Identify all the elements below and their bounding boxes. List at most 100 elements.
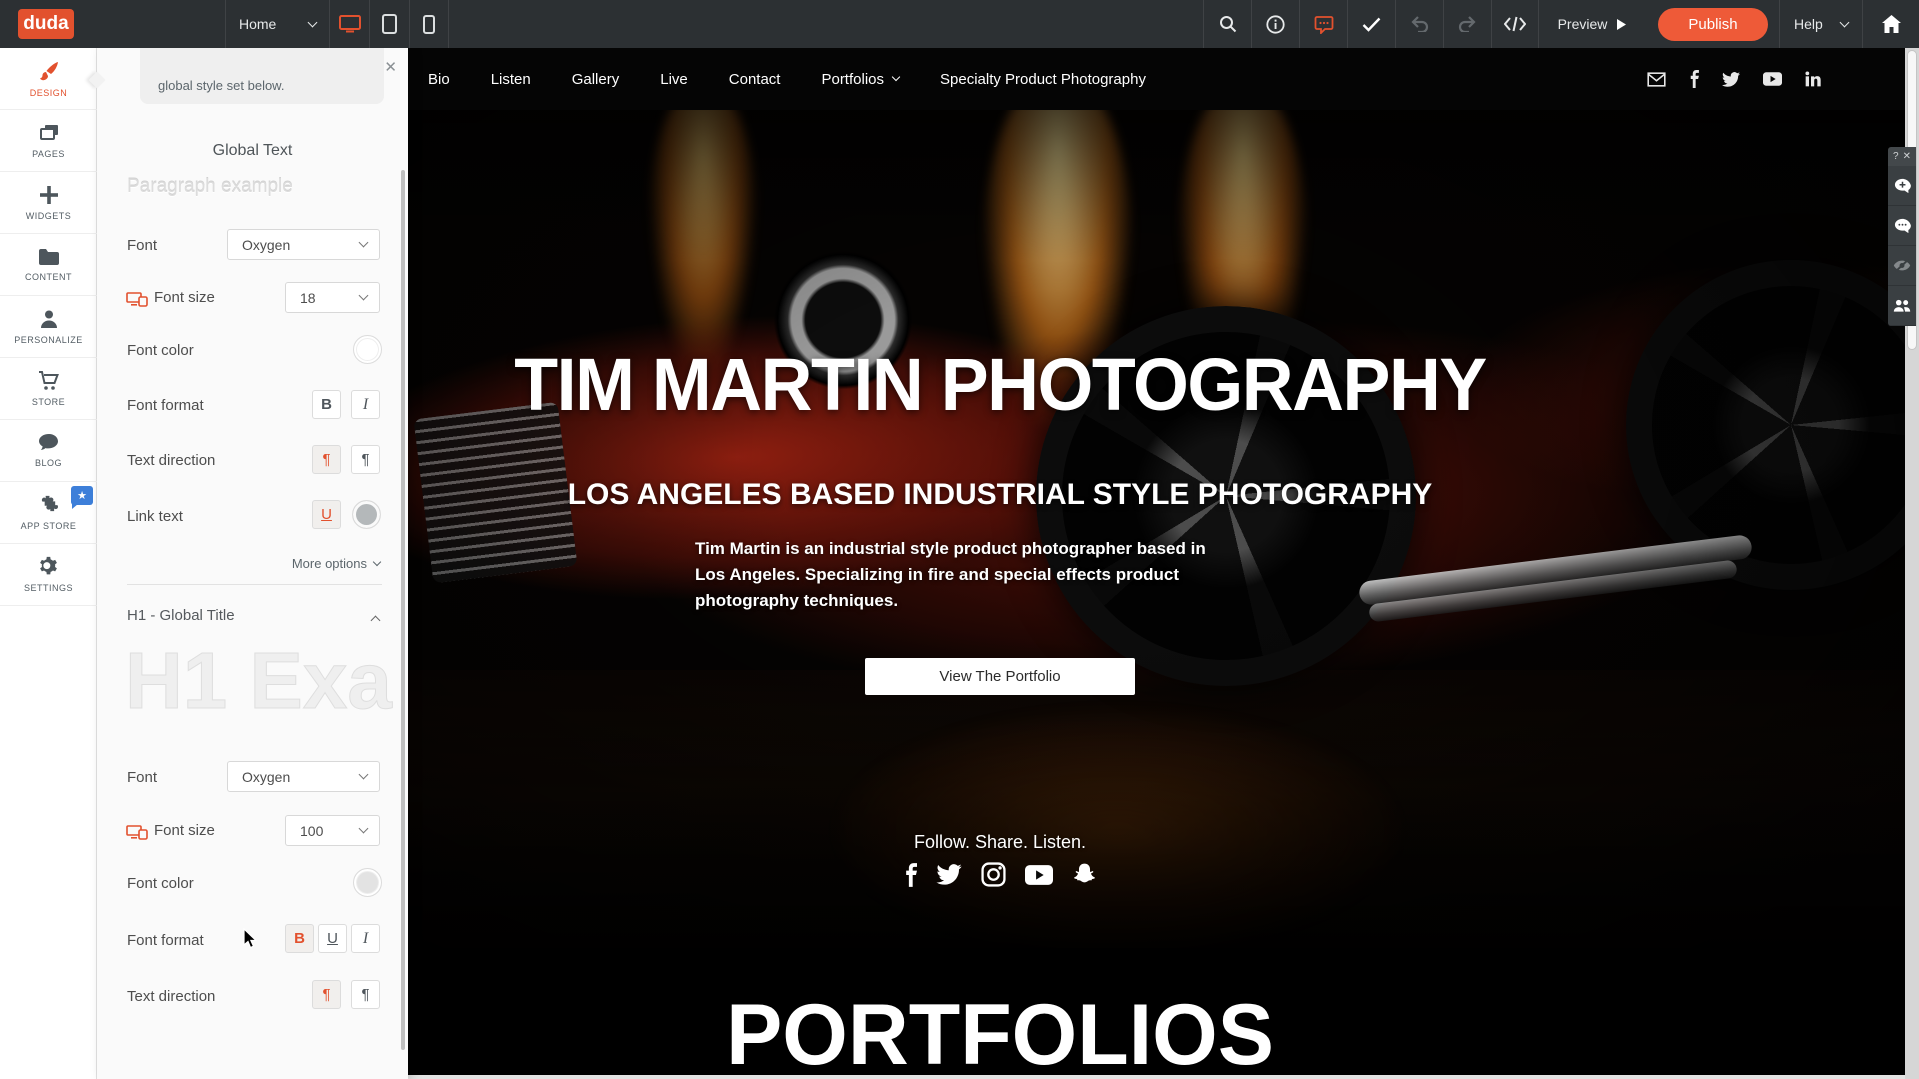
collaborators-button[interactable] <box>1888 286 1916 326</box>
site-title[interactable]: TIM MARTIN PHOTOGRAPHY <box>426 342 1574 427</box>
h1-font-color-label: Font color <box>127 875 194 892</box>
h1-text-direction-rtl-button[interactable]: ¶ <box>351 980 380 1009</box>
h1-font-size-select[interactable]: 100 <box>285 815 380 846</box>
desktop-view-button[interactable] <box>330 0 369 48</box>
italic-icon: I <box>363 930 368 948</box>
h1-text-direction-ltr-button[interactable]: ¶ <box>312 980 341 1009</box>
follow-share-listen-text[interactable]: Follow. Share. Listen. <box>408 832 1592 853</box>
pages-icon <box>38 123 60 143</box>
sidebar-item-settings[interactable]: SETTINGS <box>0 544 97 606</box>
h1-italic-button[interactable]: I <box>351 924 380 953</box>
sidebar-item-label: PAGES <box>32 149 65 159</box>
youtube-icon[interactable] <box>1025 865 1053 885</box>
sidebar-item-app-store[interactable]: APP STORE ★ <box>0 482 97 544</box>
redo-button[interactable] <box>1443 0 1491 48</box>
portfolios-heading[interactable]: PORTFOLIOS <box>420 992 1580 1078</box>
sidebar-item-pages[interactable]: PAGES <box>0 110 97 172</box>
h1-text-direction-label: Text direction <box>127 988 215 1005</box>
sidebar-item-store[interactable]: STORE <box>0 358 97 420</box>
sidebar-item-label: BLOG <box>35 458 62 468</box>
nav-item-portfolios[interactable]: Portfolios <box>821 71 899 88</box>
sidebar-item-personalize[interactable]: PERSONALIZE <box>0 296 97 358</box>
font-select[interactable]: Oxygen <box>227 229 380 260</box>
add-comment-button[interactable] <box>1888 166 1916 206</box>
tablet-view-button[interactable] <box>369 0 409 48</box>
help-dropdown[interactable]: Help <box>1779 0 1862 48</box>
nav-item-label: Portfolios <box>821 71 884 88</box>
nav-item-gallery[interactable]: Gallery <box>572 71 620 88</box>
facebook-icon[interactable] <box>904 863 917 887</box>
help-label: Help <box>1794 16 1823 32</box>
info-icon <box>1266 15 1285 34</box>
panel-close-button[interactable]: ✕ <box>384 58 397 76</box>
h1-font-color-swatch[interactable] <box>353 868 382 897</box>
responsive-devices-icon <box>126 825 148 840</box>
chevron-down-icon <box>359 824 369 834</box>
cart-icon <box>38 371 60 391</box>
feedback-button[interactable] <box>1299 0 1347 48</box>
site-subtitle[interactable]: LOS ANGELES BASED INDUSTRIAL STYLE PHOTO… <box>408 478 1592 512</box>
pilcrow-ltr-icon: ¶ <box>322 987 330 1002</box>
font-color-swatch[interactable] <box>353 335 382 364</box>
snapchat-icon[interactable] <box>1072 862 1097 887</box>
preview-button[interactable]: Preview <box>1539 0 1645 48</box>
paragraph-example-preview: Paragraph example <box>127 176 293 198</box>
view-portfolio-button[interactable]: View The Portfolio <box>865 658 1135 695</box>
h1-font-select[interactable]: Oxygen <box>227 761 380 792</box>
sidebar-item-widgets[interactable]: WIDGETS <box>0 172 97 234</box>
facebook-icon[interactable] <box>1689 70 1699 88</box>
text-direction-ltr-button[interactable]: ¶ <box>312 445 341 474</box>
dashboard-home-button[interactable] <box>1862 0 1919 48</box>
info-button[interactable] <box>1251 0 1299 48</box>
nav-item-specialty[interactable]: Specialty Product Photography <box>940 71 1146 88</box>
text-direction-rtl-button[interactable]: ¶ <box>351 445 380 474</box>
font-size-select[interactable]: 18 <box>285 282 380 313</box>
bold-button[interactable]: B <box>312 390 341 419</box>
portfolios-section: PORTFOLIOS <box>408 948 1905 1079</box>
sidebar-item-blog[interactable]: BLOG <box>0 420 97 482</box>
sidebar-item-label: APP STORE <box>21 521 77 531</box>
instagram-icon[interactable] <box>981 862 1006 887</box>
h1-underline-button[interactable]: U <box>318 924 347 953</box>
youtube-icon[interactable] <box>1763 72 1782 86</box>
hide-comments-button[interactable] <box>1888 246 1916 286</box>
nav-item-listen[interactable]: Listen <box>491 71 531 88</box>
h1-bold-button[interactable]: B <box>285 924 314 953</box>
sidebar-item-design[interactable]: DESIGN <box>0 48 97 110</box>
link-color-swatch[interactable] <box>352 500 381 529</box>
hero-social-links <box>408 862 1592 887</box>
italic-button[interactable]: I <box>351 390 380 419</box>
email-icon[interactable] <box>1647 72 1666 87</box>
dev-mode-button[interactable] <box>1491 0 1539 48</box>
h1-font-size-value: 100 <box>300 823 323 839</box>
duda-logo[interactable]: duda <box>18 9 74 39</box>
twitter-icon[interactable] <box>936 864 962 885</box>
site-description[interactable]: Tim Martin is an industrial style produc… <box>695 536 1210 614</box>
done-button[interactable] <box>1347 0 1395 48</box>
home-icon <box>1882 15 1901 33</box>
toolbar-close-button[interactable]: ✕ <box>1903 151 1911 162</box>
add-comment-icon <box>1894 178 1911 194</box>
undo-button[interactable] <box>1395 0 1443 48</box>
play-icon <box>1617 19 1626 30</box>
link-text-label: Link text <box>127 508 183 525</box>
linkedin-icon[interactable] <box>1805 71 1821 87</box>
italic-icon: I <box>363 396 368 414</box>
collapse-section-icon[interactable] <box>371 616 381 626</box>
pilcrow-rtl-icon: ¶ <box>361 452 369 467</box>
search-button[interactable] <box>1203 0 1251 48</box>
page-selector-dropdown[interactable]: Home <box>225 0 330 48</box>
mobile-view-button[interactable] <box>409 0 449 48</box>
nav-item-live[interactable]: Live <box>660 71 688 88</box>
toolbar-help-button[interactable]: ? <box>1893 151 1899 162</box>
twitter-icon[interactable] <box>1722 72 1740 87</box>
nav-item-contact[interactable]: Contact <box>729 71 781 88</box>
publish-button[interactable]: Publish <box>1658 8 1768 41</box>
sidebar-item-content[interactable]: CONTENT <box>0 234 97 296</box>
nav-item-bio[interactable]: Bio <box>428 71 450 88</box>
more-options-link[interactable]: More options <box>292 556 380 571</box>
h1-font-size-label: Font size <box>154 822 215 839</box>
comments-list-button[interactable] <box>1888 206 1916 246</box>
panel-scrollbar[interactable] <box>401 170 405 1050</box>
link-underline-button[interactable]: U <box>312 500 341 529</box>
